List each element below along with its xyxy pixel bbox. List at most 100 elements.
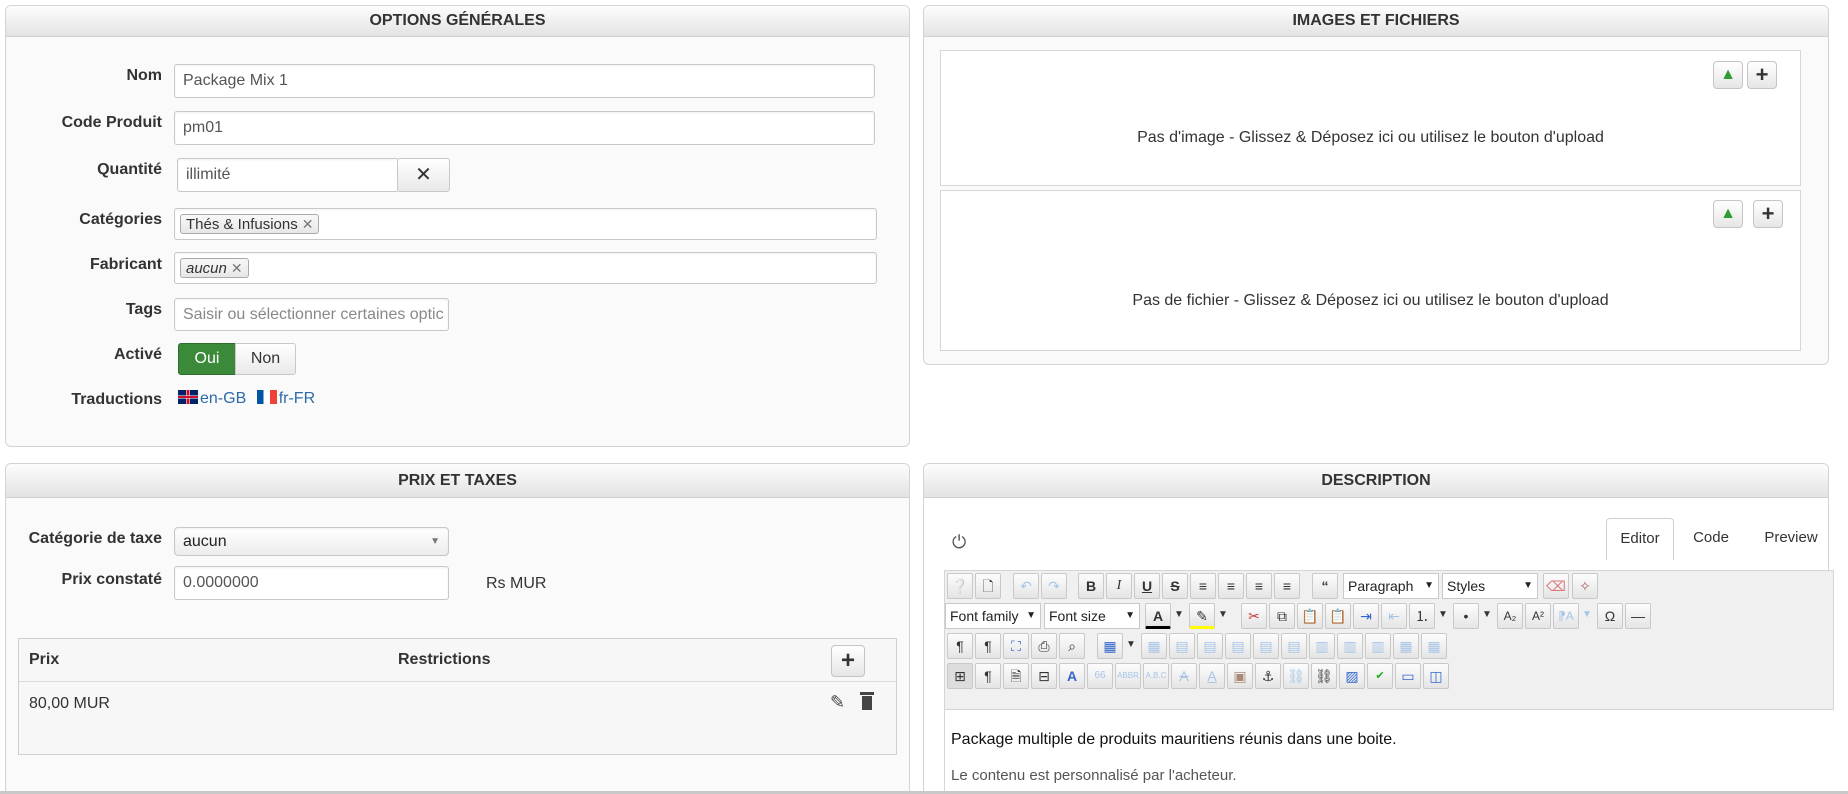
- bullet-list-icon[interactable]: •: [1453, 603, 1479, 629]
- editor-content[interactable]: Package multiple de produits mauritiens …: [944, 710, 1834, 794]
- show-blocks-icon[interactable]: ¶: [975, 663, 1001, 689]
- paste-text-icon[interactable]: 📋: [1325, 603, 1351, 629]
- tab-code[interactable]: Code: [1678, 518, 1744, 560]
- rtl-icon[interactable]: ¶: [975, 633, 1001, 659]
- maker-field[interactable]: aucun ✕: [174, 252, 877, 284]
- attributes-icon[interactable]: ▣: [1227, 663, 1253, 689]
- align-justify-icon[interactable]: ≡: [1190, 573, 1216, 599]
- styles-select[interactable]: Styles ▼: [1442, 573, 1538, 599]
- edit-icon[interactable]: ✎: [830, 692, 845, 713]
- font-family-select[interactable]: Font family ▼: [945, 603, 1041, 629]
- categories-field[interactable]: Thés & Infusions ✕: [174, 208, 877, 240]
- paste-icon[interactable]: 📋: [1297, 603, 1323, 629]
- indent-icon[interactable]: ⇥: [1353, 603, 1379, 629]
- redo-icon[interactable]: ↷: [1041, 573, 1067, 599]
- media-icon[interactable]: ▭: [1395, 663, 1421, 689]
- power-icon[interactable]: ⏻: [952, 532, 966, 553]
- col-before-icon[interactable]: ▥: [1309, 633, 1335, 659]
- chevron-down-icon[interactable]: ▼: [1435, 603, 1451, 629]
- chevron-down-icon[interactable]: ▼: [1215, 603, 1231, 629]
- add-file-button[interactable]: +: [1753, 200, 1783, 228]
- delete-row-icon[interactable]: ▤: [1225, 633, 1251, 659]
- acronym-icon[interactable]: A.B.C: [1143, 663, 1169, 689]
- paragraph-select[interactable]: Paragraph ▼: [1343, 573, 1439, 599]
- strikethrough-icon[interactable]: S: [1162, 573, 1188, 599]
- insert-mark-icon[interactable]: A: [1199, 663, 1225, 689]
- cut-row-icon[interactable]: ▤: [1281, 633, 1307, 659]
- image-drop-zone[interactable]: ▲ + Pas d'image - Glissez & Déposez ici …: [940, 50, 1801, 186]
- add-image-button[interactable]: +: [1747, 61, 1777, 89]
- active-yes-button[interactable]: Oui: [178, 343, 236, 375]
- remove-chip-icon[interactable]: ✕: [302, 216, 314, 232]
- col-after-icon[interactable]: ▥: [1337, 633, 1363, 659]
- help-icon[interactable]: ❔: [947, 573, 973, 599]
- code-input[interactable]: pm01: [174, 111, 875, 145]
- upload-file-button[interactable]: ▲: [1713, 200, 1743, 228]
- upload-image-button[interactable]: ▲: [1713, 61, 1743, 89]
- translation-link-fr[interactable]: fr-FR: [279, 390, 315, 407]
- row-before-icon[interactable]: ▤: [1169, 633, 1195, 659]
- cleanup-icon[interactable]: ✧: [1572, 573, 1598, 599]
- print-icon[interactable]: ⎙: [1031, 633, 1057, 659]
- delete-mark-icon[interactable]: A: [1171, 663, 1197, 689]
- numbered-list-icon[interactable]: ⒈: [1409, 603, 1435, 629]
- eraser-icon[interactable]: ⌫: [1543, 573, 1569, 599]
- new-document-icon[interactable]: 🗋: [975, 573, 1001, 599]
- row-after-icon[interactable]: ▤: [1197, 633, 1223, 659]
- layer-icon[interactable]: ◫: [1423, 663, 1449, 689]
- merge-cells-icon[interactable]: ▦: [1393, 633, 1419, 659]
- visual-aid-icon[interactable]: ⊞: [947, 663, 973, 689]
- quantity-input[interactable]: illimité: [177, 158, 399, 192]
- cut-icon[interactable]: ✂: [1241, 603, 1267, 629]
- translation-link-en[interactable]: en-GB: [200, 390, 246, 407]
- table-icon[interactable]: ▦: [1097, 633, 1123, 659]
- text-direction-icon[interactable]: ⁋A: [1553, 603, 1579, 629]
- clear-quantity-button[interactable]: ✕: [397, 158, 450, 192]
- image-icon[interactable]: ▨: [1339, 663, 1365, 689]
- cite-icon[interactable]: 66: [1087, 663, 1113, 689]
- font-size-select[interactable]: Font size ▼: [1044, 603, 1140, 629]
- underline-icon[interactable]: U: [1134, 573, 1160, 599]
- chevron-down-icon[interactable]: ▼: [1171, 603, 1187, 629]
- trash-icon[interactable]: [860, 692, 874, 710]
- style-props-icon[interactable]: A: [1059, 663, 1085, 689]
- text-color-icon[interactable]: A: [1145, 603, 1171, 629]
- chevron-down-icon[interactable]: ▼: [1479, 603, 1495, 629]
- page-break-icon[interactable]: ⊟: [1031, 663, 1057, 689]
- tags-input[interactable]: Saisir ou sélectionner certaines optic: [174, 298, 449, 331]
- anchor-icon[interactable]: ⚓: [1255, 663, 1281, 689]
- tab-preview[interactable]: Preview: [1752, 518, 1830, 560]
- tax-category-select[interactable]: aucun ▼: [174, 527, 449, 556]
- align-center-icon[interactable]: ≡: [1218, 573, 1244, 599]
- name-input[interactable]: Package Mix 1: [174, 64, 875, 98]
- italic-icon[interactable]: I: [1106, 573, 1132, 599]
- active-no-button[interactable]: Non: [235, 343, 296, 375]
- find-icon[interactable]: ⌕: [1059, 633, 1085, 659]
- link-icon[interactable]: ⛓: [1311, 663, 1337, 689]
- subscript-icon[interactable]: A₂: [1497, 603, 1523, 629]
- chevron-down-icon[interactable]: ▼: [1123, 633, 1139, 659]
- template-icon[interactable]: 🗎: [1003, 663, 1029, 689]
- ltr-icon[interactable]: ¶: [947, 633, 973, 659]
- special-char-icon[interactable]: Ω: [1597, 603, 1623, 629]
- cell-props-icon[interactable]: ▦: [1421, 633, 1447, 659]
- fullscreen-icon[interactable]: ⛶: [1003, 633, 1029, 659]
- abbr-icon[interactable]: ABBR: [1115, 663, 1141, 689]
- bold-icon[interactable]: B: [1078, 573, 1104, 599]
- align-right-icon[interactable]: ≡: [1274, 573, 1300, 599]
- delete-col-icon[interactable]: ▥: [1365, 633, 1391, 659]
- highlight-color-icon[interactable]: ✎: [1189, 603, 1215, 629]
- list-price-input[interactable]: 0.0000000: [174, 566, 449, 600]
- add-price-button[interactable]: +: [831, 645, 865, 677]
- spellcheck-icon[interactable]: ✔: [1367, 663, 1393, 689]
- align-left-icon[interactable]: ≡: [1246, 573, 1272, 599]
- delete-table-icon[interactable]: ▦: [1141, 633, 1167, 659]
- copy-icon[interactable]: ⧉: [1269, 603, 1295, 629]
- tab-editor[interactable]: Editor: [1606, 518, 1674, 560]
- outdent-icon[interactable]: ⇤: [1381, 603, 1407, 629]
- undo-icon[interactable]: ↶: [1013, 573, 1039, 599]
- remove-chip-icon[interactable]: ✕: [231, 260, 243, 276]
- horizontal-rule-icon[interactable]: —: [1625, 603, 1651, 629]
- blockquote-icon[interactable]: “: [1312, 573, 1338, 599]
- chevron-down-icon[interactable]: ▼: [1579, 603, 1595, 629]
